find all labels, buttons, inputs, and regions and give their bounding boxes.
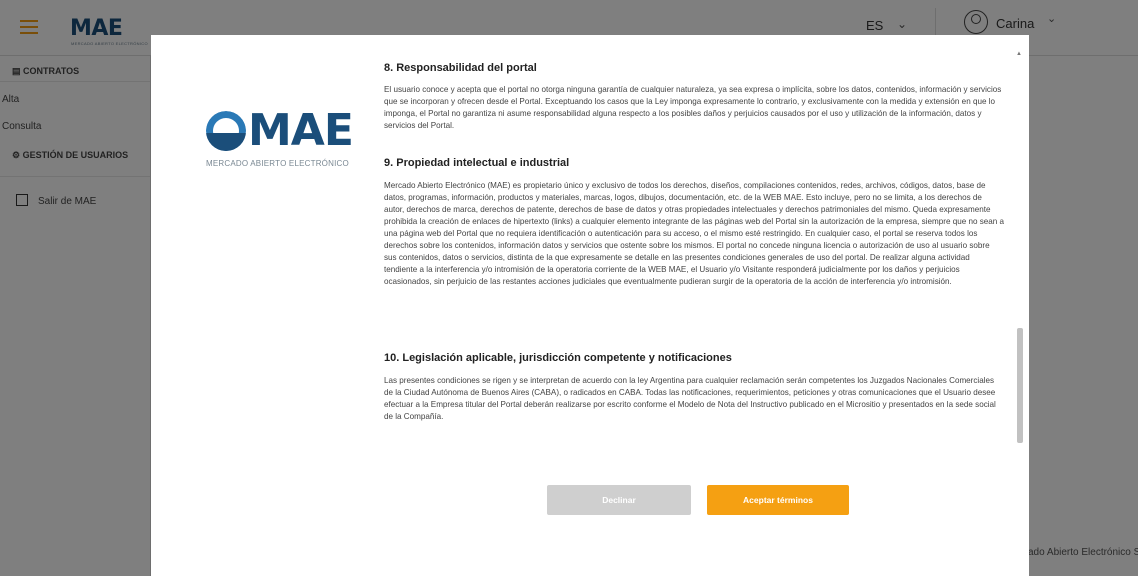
mae-logo-icon bbox=[206, 110, 246, 151]
logo-subtitle: MERCADO ABIERTO ELECTRÓNICO bbox=[206, 159, 349, 168]
section-heading: 9. Propiedad intelectual e industrial bbox=[384, 157, 570, 169]
section-body: Mercado Abierto Electrónico (MAE) es pro… bbox=[384, 181, 1004, 286]
logo-text: MAE bbox=[248, 105, 354, 156]
section-body: Las presentes condiciones se rigen y se … bbox=[384, 376, 996, 421]
scrollbar-thumb[interactable] bbox=[1017, 328, 1023, 443]
modal-logo: MAE MERCADO ABIERTO ELECTRÓNICO bbox=[206, 105, 354, 168]
terms-content[interactable]: 8. Responsabilidad del portal El usuario… bbox=[384, 62, 1006, 482]
scrollbar[interactable]: ▲ bbox=[1015, 45, 1025, 443]
decline-button[interactable]: Declinar bbox=[547, 485, 691, 515]
section-heading: 10. Legislación aplicable, jurisdicción … bbox=[384, 352, 732, 364]
accept-terms-button[interactable]: Aceptar términos bbox=[707, 485, 849, 515]
section-body: El usuario conoce y acepta que el portal… bbox=[384, 85, 1002, 130]
section-heading: 8. Responsabilidad del portal bbox=[384, 62, 537, 74]
terms-modal: MAE MERCADO ABIERTO ELECTRÓNICO 8. Respo… bbox=[151, 35, 1029, 576]
scroll-up-arrow-icon[interactable]: ▲ bbox=[1016, 51, 1022, 57]
